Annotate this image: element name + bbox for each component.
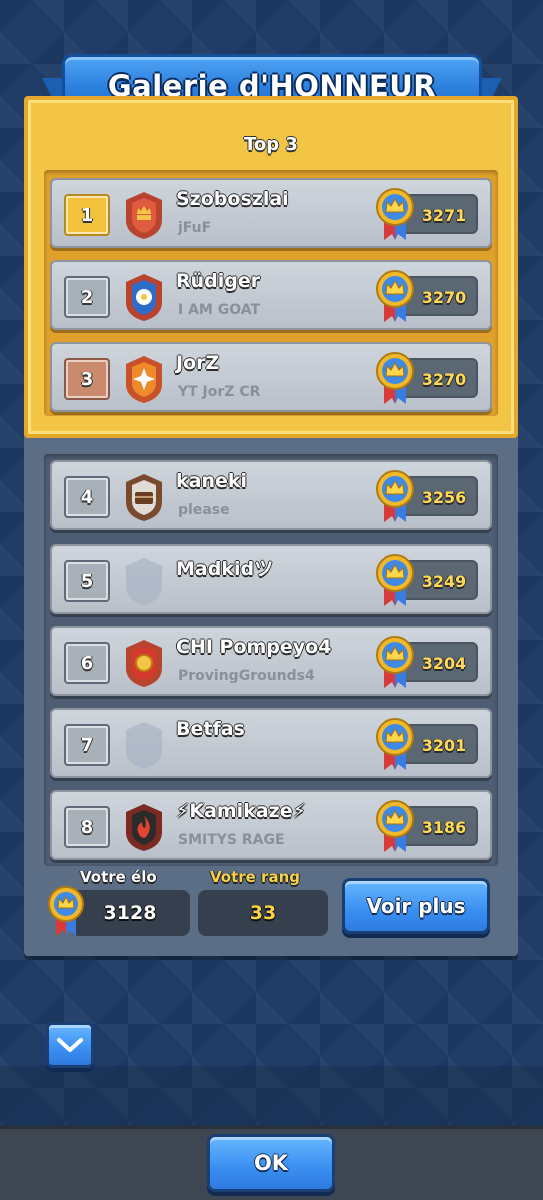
top3-label: Top 3 — [244, 134, 298, 155]
crown-medal-icon — [374, 350, 416, 406]
trophy-count: 3270 — [421, 369, 467, 389]
ok-button[interactable]: OK — [207, 1134, 335, 1192]
player-name: JorZ — [176, 352, 220, 374]
crown-medal-icon — [374, 468, 416, 524]
scroll-down-button[interactable] — [46, 1022, 94, 1068]
trophy-count: 3204 — [421, 653, 467, 673]
trophy-count: 3249 — [421, 571, 467, 591]
player-name: ⚡Kamikaze⚡ — [176, 800, 306, 822]
player-name: CHI Pompeyo4 — [176, 636, 332, 658]
rank-number: 4 — [64, 476, 110, 518]
clan-name: I AM GOAT — [178, 302, 261, 318]
leaderboard-row[interactable]: 6 CHI Pompeyo4 ProvingGrounds4 3204 — [50, 626, 492, 696]
clan-name: please — [178, 502, 230, 518]
clan-badge-icon — [122, 556, 166, 606]
trophy-count: 3256 — [421, 487, 467, 507]
trophy-count: 3271 — [421, 205, 467, 225]
clan-badge-icon — [122, 354, 166, 404]
clan-badge-icon — [122, 720, 166, 770]
clan-name: SMITYS RAGE — [178, 832, 285, 848]
clan-name: ProvingGrounds4 — [178, 668, 315, 684]
trophy-count: 3186 — [421, 817, 467, 837]
player-name: kaneki — [176, 470, 248, 492]
leaderboard-row[interactable]: 5 Madkidツ 3249 — [50, 544, 492, 614]
rang-value: 33 — [198, 890, 328, 936]
clan-name: jFuF — [178, 220, 212, 236]
elo-label: Votre élo — [80, 868, 157, 886]
rank-number: 1 — [64, 194, 110, 236]
player-name: Betfas — [176, 718, 245, 740]
trophy-count: 3270 — [421, 287, 467, 307]
player-name: Madkidツ — [176, 558, 274, 580]
background-band — [0, 1066, 543, 1126]
player-name: Rüdiger — [176, 270, 261, 292]
crown-medal-icon — [374, 552, 416, 608]
leaderboard-row[interactable]: 8 ⚡Kamikaze⚡ SMITYS RAGE 3186 — [50, 790, 492, 860]
clan-name: YT JorZ CR — [178, 384, 261, 400]
rank-number: 3 — [64, 358, 110, 400]
leaderboard-row[interactable]: 2 Rüdiger I AM GOAT 3270 — [50, 260, 492, 330]
player-name: Szoboszlai — [176, 188, 289, 210]
crown-medal-icon — [374, 634, 416, 690]
crown-medal-icon — [48, 886, 84, 936]
chevron-down-icon — [57, 1038, 83, 1052]
crown-medal-icon — [374, 716, 416, 772]
voir-plus-button[interactable]: Voir plus — [342, 878, 490, 934]
crown-medal-icon — [374, 798, 416, 854]
rank-number: 2 — [64, 276, 110, 318]
rank-number: 7 — [64, 724, 110, 766]
rank-number: 5 — [64, 560, 110, 602]
clan-badge-icon — [122, 190, 166, 240]
rank-number: 6 — [64, 642, 110, 684]
crown-medal-icon — [374, 186, 416, 242]
clan-badge-icon — [122, 802, 166, 852]
rang-label: Votre rang — [210, 868, 300, 886]
trophy-count: 3201 — [421, 735, 467, 755]
elo-value: 3128 — [70, 890, 190, 936]
crown-medal-icon — [374, 268, 416, 324]
clan-badge-icon — [122, 272, 166, 322]
clan-badge-icon — [122, 638, 166, 688]
leaderboard-row[interactable]: 7 Betfas 3201 — [50, 708, 492, 778]
leaderboard-row[interactable]: 4 kaneki please 3256 — [50, 460, 492, 530]
rank-number: 8 — [64, 806, 110, 848]
clan-badge-icon — [122, 472, 166, 522]
leaderboard-row[interactable]: 1 Szoboszlai jFuF 3271 — [50, 178, 492, 248]
leaderboard-row[interactable]: 3 JorZ YT JorZ CR 3270 — [50, 342, 492, 412]
